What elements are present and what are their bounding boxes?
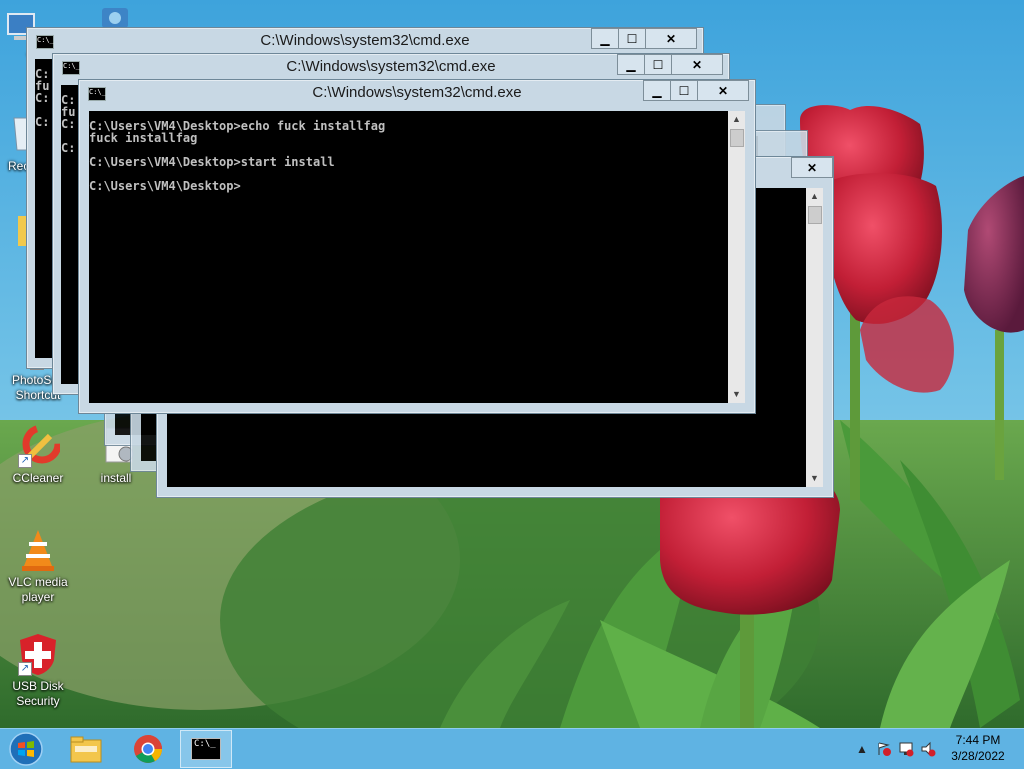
close-button[interactable]: ✕ xyxy=(671,54,723,75)
taskbar-cmd[interactable]: C:\_ xyxy=(180,730,232,768)
clock-date: 3/28/2022 xyxy=(951,749,1005,763)
window-controls: ▁ ☐ ✕ xyxy=(643,80,749,101)
scroll-down-icon[interactable]: ▼ xyxy=(806,470,823,487)
scroll-thumb[interactable] xyxy=(808,206,822,224)
chevron-up-icon[interactable]: ▲ xyxy=(854,741,870,757)
minimize-button[interactable]: ▁ xyxy=(643,80,671,101)
folder-icon xyxy=(70,736,102,763)
desktop-icon-label: CCleaner xyxy=(12,471,64,485)
action-center-icon[interactable] xyxy=(876,741,892,757)
scroll-thumb[interactable] xyxy=(730,129,744,147)
console-text: C:\Users\VM4\Desktop>echo fuck installfa… xyxy=(89,119,386,193)
shortcut-arrow-icon: ↗ xyxy=(18,662,32,676)
maximize-button[interactable]: ☐ xyxy=(618,28,646,49)
vertical-scrollbar[interactable]: ▲ ▼ xyxy=(728,111,745,403)
desktop-icon-vlc[interactable]: VLC media player xyxy=(0,528,76,605)
close-button[interactable]: ✕ xyxy=(645,28,697,49)
cmd-window-front[interactable]: C:\_ C:\Windows\system32\cmd.exe ▁ ☐ ✕ C… xyxy=(78,79,756,414)
desktop-icon-label: install xyxy=(100,471,132,485)
shield-icon: ↗ xyxy=(16,632,60,676)
close-button[interactable]: ✕ xyxy=(697,80,749,101)
title-bar[interactable]: C:\_ C:\Windows\system32\cmd.exe ▁ ☐ ✕ xyxy=(79,80,755,104)
console-area[interactable]: C:\Users\VM4\Desktop>echo fuck installfa… xyxy=(89,111,728,403)
scroll-up-icon[interactable]: ▲ xyxy=(728,111,745,128)
window-controls: ▁ ☐ ✕ xyxy=(591,28,697,49)
desktop-icon-ccleaner[interactable]: ↗ CCleaner xyxy=(0,424,76,486)
start-button[interactable] xyxy=(0,730,52,768)
ccleaner-icon: ↗ xyxy=(16,424,62,468)
desktop-icon-label: USB Disk xyxy=(12,679,64,693)
scroll-up-icon[interactable]: ▲ xyxy=(806,188,823,205)
scroll-down-icon[interactable]: ▼ xyxy=(728,386,745,403)
clock-time: 7:44 PM xyxy=(955,733,1001,747)
window-controls: ▁ ☐ ✕ xyxy=(617,54,723,75)
taskbar-chrome[interactable] xyxy=(122,730,174,768)
volume-muted-icon[interactable] xyxy=(920,741,936,757)
clock[interactable]: 7:44 PM 3/28/2022 xyxy=(942,732,1014,764)
maximize-button[interactable]: ☐ xyxy=(670,80,698,101)
minimize-button[interactable]: ▁ xyxy=(591,28,619,49)
taskbar: C:\_ ▲ 7:44 PM 3/28/2022 xyxy=(0,728,1024,769)
maximize-button[interactable]: ☐ xyxy=(644,54,672,75)
taskbar-file-explorer[interactable] xyxy=(60,730,112,768)
desktop-icon-label: VLC media xyxy=(8,575,68,589)
network-icon[interactable] xyxy=(898,741,914,757)
system-tray: ▲ 7:44 PM 3/28/2022 xyxy=(844,729,1024,769)
windows-logo-icon xyxy=(9,732,43,766)
desktop-icon-label-2: player xyxy=(21,590,55,604)
title-bar[interactable]: C:\_ C:\Windows\system32\cmd.exe ▁ ☐ ✕ xyxy=(53,54,729,78)
desktop-icon-label-2: Security xyxy=(16,694,60,708)
minimize-button[interactable]: ▁ xyxy=(617,54,645,75)
cmd-icon: C:\_ xyxy=(191,738,221,760)
vlc-icon xyxy=(16,528,60,572)
window-controls: ✕ xyxy=(791,157,833,178)
desktop-icon-usb-disk-security[interactable]: ↗ USB Disk Security xyxy=(0,632,76,709)
close-button[interactable]: ✕ xyxy=(791,157,833,178)
shortcut-arrow-icon: ↗ xyxy=(18,454,32,468)
vertical-scrollbar[interactable]: ▲ ▼ xyxy=(806,188,823,487)
title-bar[interactable]: C:\_ C:\Windows\system32\cmd.exe ▁ ☐ ✕ xyxy=(27,28,703,52)
chrome-icon xyxy=(134,735,162,763)
